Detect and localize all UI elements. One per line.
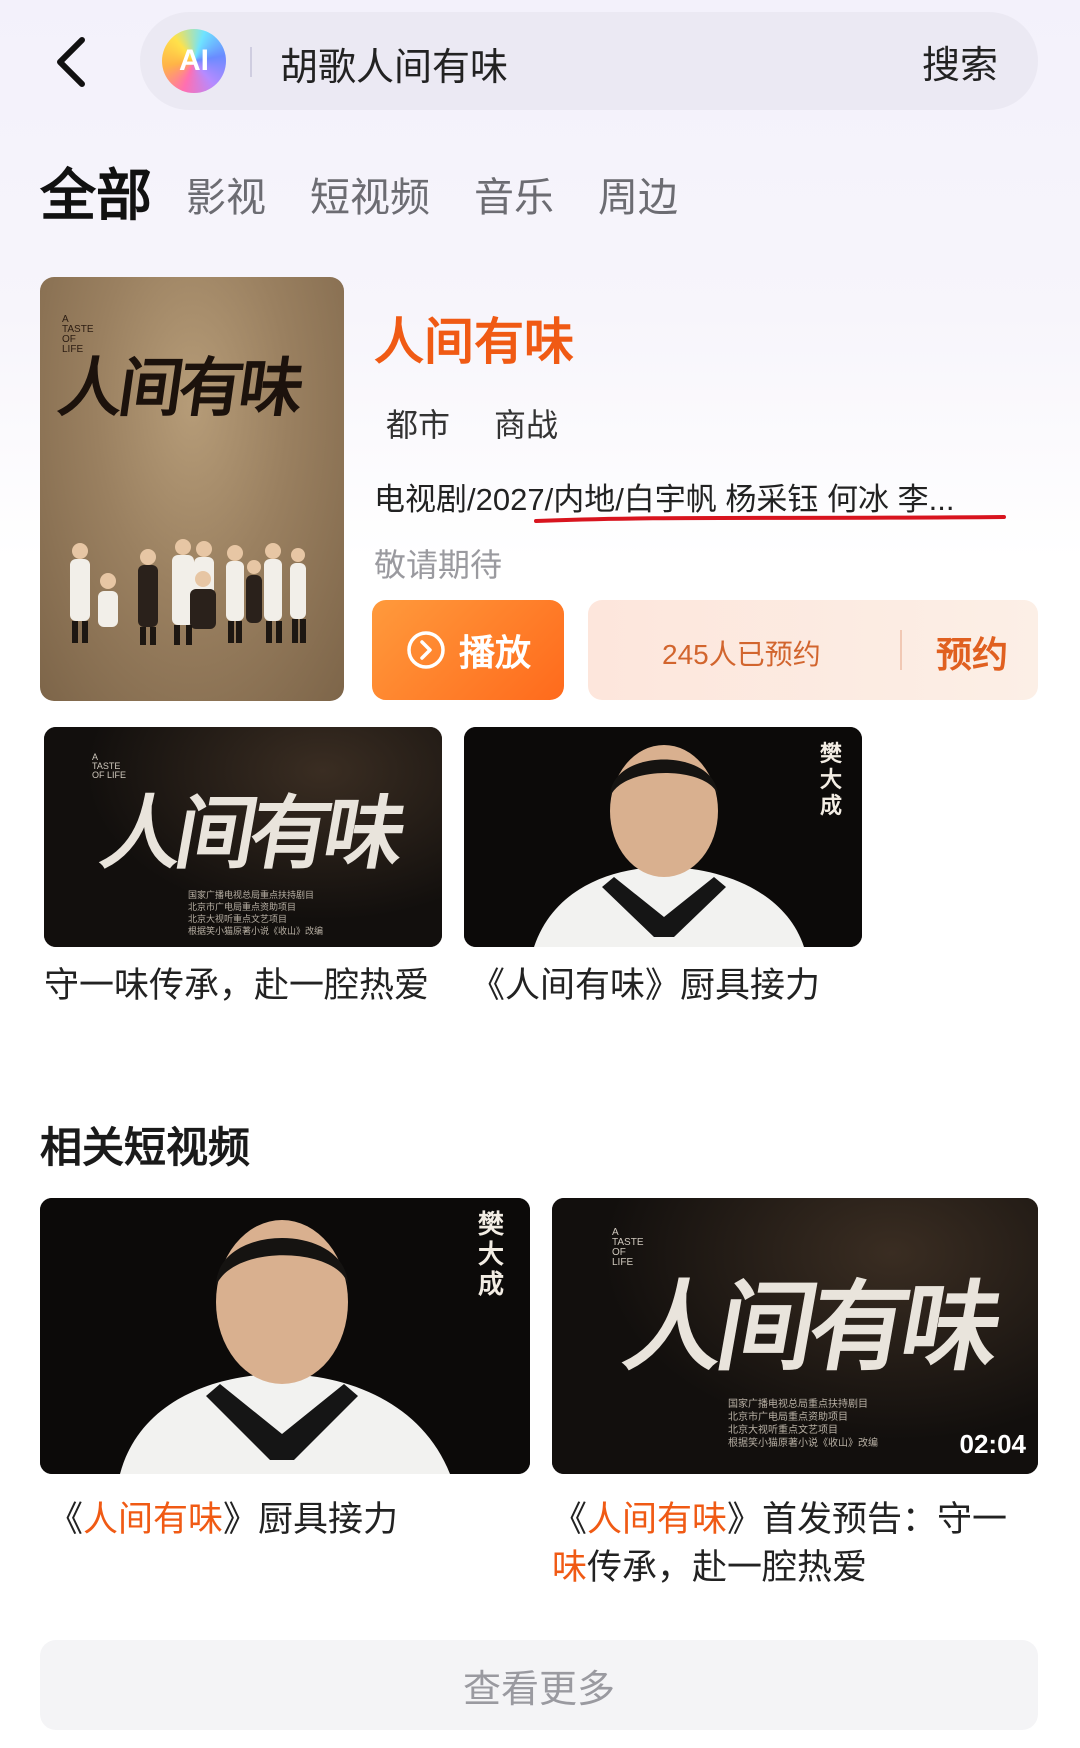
thumb-calligraphy-title: 人间有味 bbox=[616, 1270, 1005, 1385]
search-box[interactable]: AI 胡歌人间有味 搜索 bbox=[140, 12, 1038, 110]
chef-portrait bbox=[40, 1198, 530, 1474]
video-thumbnail[interactable]: 樊大成 bbox=[40, 1198, 530, 1474]
play-label: 播放 bbox=[458, 632, 531, 673]
credit-line: 国家广播电视总局重点扶持剧目 bbox=[728, 1399, 868, 1410]
thumb-role-name: 樊大成 bbox=[820, 741, 843, 819]
tab-merch[interactable]: 周边 bbox=[598, 178, 678, 230]
thumb-role-name: 樊大成 bbox=[478, 1210, 505, 1300]
cast-silhouettes bbox=[70, 539, 306, 645]
ai-icon[interactable]: AI bbox=[162, 29, 226, 93]
caption-text: 《 bbox=[48, 1500, 84, 1539]
credit-line: 根据笑小猫原著小说《收山》改编 bbox=[728, 1438, 878, 1449]
chevron-left-icon bbox=[57, 37, 85, 87]
category-tabs: 全部 影视 短视频 音乐 周边 bbox=[40, 150, 722, 230]
thumb-calligraphy-title: 人间有味 bbox=[94, 786, 408, 880]
poster-calligraphy-title: 人间有味 bbox=[53, 351, 305, 426]
ai-label: AI bbox=[179, 44, 209, 77]
credit-line: 北京大视听重点文艺项目 bbox=[728, 1425, 838, 1436]
show-title[interactable]: 人间有味 bbox=[374, 302, 574, 374]
genre-tag[interactable]: 都市 bbox=[386, 400, 450, 446]
caption-highlight: 人间有味 bbox=[587, 1500, 728, 1539]
clip-caption[interactable]: 守一味传承，赴一腔热爱 bbox=[44, 962, 444, 1010]
play-circle-icon bbox=[407, 631, 445, 669]
show-poster[interactable]: A TASTE OF LIFE 人间有味 bbox=[40, 277, 344, 701]
divider bbox=[900, 630, 902, 670]
search-button[interactable]: 搜索 bbox=[922, 34, 998, 89]
thumb-credits: 国家广播电视总局重点扶持剧目 北京市广电局重点资助项目 北京大视听重点文艺项目 … bbox=[188, 889, 323, 937]
video-duration: 02:04 bbox=[959, 1429, 1027, 1459]
caption-text: 》厨具接力 bbox=[223, 1500, 399, 1539]
tab-all[interactable]: 全部 bbox=[40, 168, 152, 230]
release-status: 敬请期待 bbox=[374, 547, 503, 583]
credit-line: 根据笑小猫原著小说《收山》改编 bbox=[188, 926, 324, 936]
chef-portrait bbox=[464, 727, 862, 947]
back-button[interactable] bbox=[44, 32, 104, 92]
caption-text: 传承，赴一腔热爱 bbox=[587, 1548, 868, 1587]
reserve-button[interactable]: 预约 bbox=[936, 626, 1008, 678]
annotation-underline bbox=[534, 515, 1006, 523]
clip-caption[interactable]: 《人间有味》厨具接力 bbox=[470, 962, 870, 1010]
top-bar: AI 胡歌人间有味 搜索 bbox=[0, 0, 1080, 130]
divider bbox=[250, 47, 252, 77]
credit-line: 北京市广电局重点资助项目 bbox=[728, 1412, 848, 1423]
credit-line: 国家广播电视总局重点扶持剧目 bbox=[188, 890, 315, 900]
clip-thumbnail[interactable]: A TASTE OF LIFE 人间有味 国家广播电视总局重点扶持剧目 北京市广… bbox=[44, 727, 442, 947]
caption-text: 《 bbox=[552, 1500, 588, 1539]
section-title: 相关短视频 bbox=[40, 1124, 251, 1171]
tab-short-video[interactable]: 短视频 bbox=[310, 178, 430, 230]
search-input[interactable]: 胡歌人间有味 bbox=[280, 36, 508, 91]
see-more-button[interactable]: 查看更多 bbox=[40, 1640, 1038, 1730]
reserve-count: 245人已预约 bbox=[662, 639, 821, 670]
reserve-panel: 245人已预约 预约 bbox=[588, 600, 1038, 700]
play-button[interactable]: 播放 bbox=[372, 600, 564, 700]
see-more-label: 查看更多 bbox=[462, 1668, 615, 1711]
credit-line: 北京市广电局重点资助项目 bbox=[188, 902, 297, 912]
video-thumbnail[interactable]: A TASTE OF LIFE 人间有味 国家广播电视总局重点扶持剧目 北京市广… bbox=[552, 1198, 1038, 1474]
tab-film-tv[interactable]: 影视 bbox=[186, 178, 266, 230]
credit-line: 北京大视听重点文艺项目 bbox=[188, 914, 288, 924]
genre-tag[interactable]: 商战 bbox=[494, 400, 558, 446]
caption-text: 》首发预告：守一 bbox=[727, 1500, 1008, 1539]
caption-highlight: 人间有味 bbox=[83, 1500, 224, 1539]
video-caption[interactable]: 《人间有味》厨具接力 bbox=[48, 1496, 528, 1544]
clip-thumbnail[interactable]: 樊大成 bbox=[464, 727, 862, 947]
caption-highlight: 味 bbox=[552, 1548, 588, 1587]
video-caption[interactable]: 《人间有味》首发预告：守一味传承，赴一腔热爱 bbox=[552, 1496, 1038, 1592]
tab-music[interactable]: 音乐 bbox=[474, 178, 554, 230]
thumb-credits: 国家广播电视总局重点扶持剧目 北京市广电局重点资助项目 北京大视听重点文艺项目 … bbox=[728, 1398, 878, 1450]
